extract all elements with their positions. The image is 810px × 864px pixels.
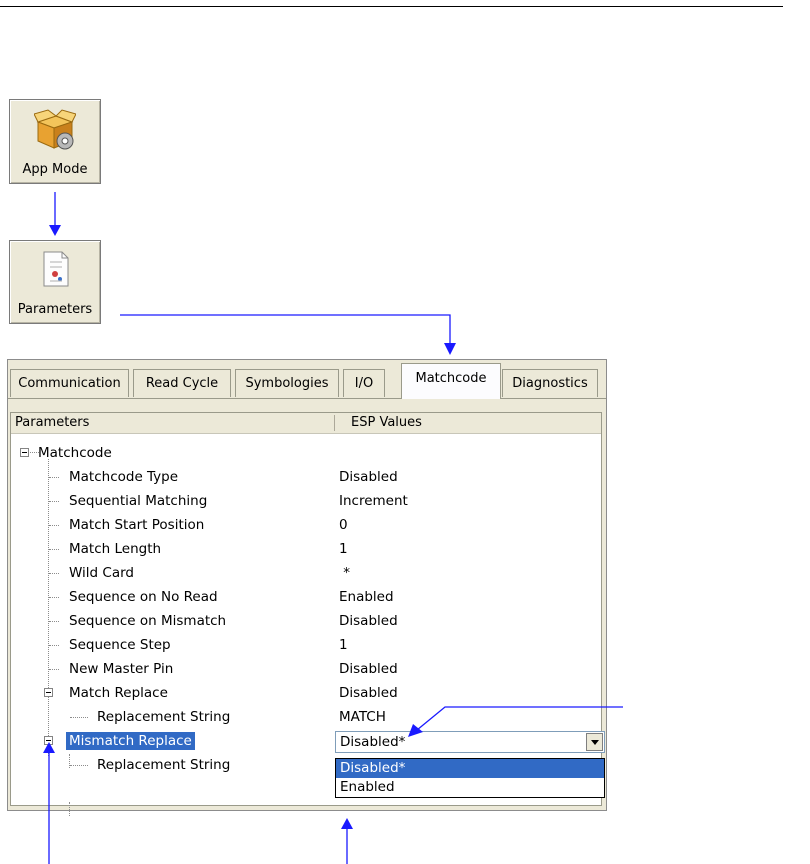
param-value: 1 (339, 637, 348, 653)
tree-label-matchcode: Matchcode (38, 445, 112, 461)
tab-baseline (8, 398, 606, 399)
tree-row[interactable]: Sequence on Mismatch Disabled (11, 610, 601, 634)
tree-branch (49, 477, 59, 478)
tree-row[interactable]: Sequence on No Read Enabled (11, 586, 601, 610)
param-name: Sequence on Mismatch (69, 613, 227, 629)
param-name: Wild Card (69, 565, 134, 581)
tree-row[interactable]: Sequential Matching Increment (11, 490, 601, 514)
tree-branch (49, 501, 59, 502)
app-mode-button[interactable]: App Mode (9, 99, 101, 184)
tree-row[interactable]: Matchcode Type Disabled (11, 466, 601, 490)
param-name: Replacement String (97, 709, 231, 725)
param-value: 0 (339, 517, 348, 533)
param-name: Sequence on No Read (69, 589, 218, 605)
param-value: Disabled (339, 661, 398, 677)
tree-branch (49, 549, 59, 550)
dropdown-list: Disabled* Enabled (335, 758, 605, 798)
parameters-document-icon (43, 251, 69, 287)
param-name: Match Start Position (69, 517, 205, 533)
tree-row[interactable]: Wild Card * (11, 562, 601, 586)
tree-row[interactable]: New Master Pin Disabled (11, 658, 601, 682)
select-current-value: Disabled* (340, 734, 406, 750)
tab-symbologies[interactable]: Symbologies (235, 369, 339, 397)
dropdown-option-disabled[interactable]: Disabled* (336, 759, 604, 778)
param-value: Disabled (339, 685, 398, 701)
column-esp-values[interactable]: ESP Values (351, 415, 422, 430)
arrow-appmode-to-parameters (49, 192, 61, 236)
arrow-callout-dropdown-list (341, 818, 353, 864)
tab-diagnostics[interactable]: Diagnostics (502, 369, 598, 397)
tree-branch (70, 717, 88, 718)
param-value: MATCH (339, 709, 386, 725)
tab-communication[interactable]: Communication (10, 369, 129, 397)
param-value: Increment (339, 493, 408, 509)
arrow-callout-dropdown-value (408, 706, 623, 737)
dropdown-option-enabled[interactable]: Enabled (336, 778, 604, 797)
column-header: Parameters ESP Values (11, 413, 601, 434)
tree-line-sub (69, 802, 70, 816)
tree-branch (49, 525, 59, 526)
parameters-label: Parameters (17, 302, 93, 317)
tree-row[interactable]: Sequence Step 1 (11, 634, 601, 658)
param-name: Match Replace (69, 685, 168, 701)
param-name: Replacement String (97, 757, 231, 773)
param-name: Mismatch Replace (66, 732, 195, 750)
arrow-callout-expand-toggle (43, 742, 55, 864)
tab-bar: Communication Read Cycle Symbologies I/O… (8, 360, 606, 406)
tree-branch (70, 765, 88, 766)
column-parameters[interactable]: Parameters (15, 415, 89, 430)
tree-branch (49, 669, 59, 670)
param-value: Disabled (339, 613, 398, 629)
tree-row[interactable]: Match Start Position 0 (11, 514, 601, 538)
param-name: Matchcode Type (69, 469, 179, 485)
tree-row-root[interactable]: Matchcode (11, 442, 601, 466)
column-separator[interactable] (334, 415, 335, 431)
parameters-button[interactable]: Parameters (9, 240, 101, 324)
app-mode-label: App Mode (22, 162, 88, 177)
param-name: Sequence Step (69, 637, 171, 653)
tree-branch (49, 597, 59, 598)
tree-branch (49, 645, 59, 646)
param-value: Disabled (339, 469, 398, 485)
app-mode-box-gear-icon (34, 109, 76, 150)
top-rule (0, 6, 783, 7)
arrow-parameters-to-matchcode-tab (120, 314, 456, 355)
param-name: New Master Pin (69, 661, 174, 677)
tree-branch (49, 573, 59, 574)
tab-read-cycle[interactable]: Read Cycle (133, 369, 231, 397)
param-value: Enabled (339, 589, 394, 605)
tab-matchcode[interactable]: Matchcode (401, 363, 501, 399)
param-value: * (339, 565, 351, 581)
selected-label: Mismatch Replace (66, 732, 195, 750)
param-value: 1 (339, 541, 348, 557)
param-name: Sequential Matching (69, 493, 208, 509)
tree-branch (49, 621, 59, 622)
tree-row[interactable]: Match Length 1 (11, 538, 601, 562)
param-name: Match Length (69, 541, 162, 557)
tab-io[interactable]: I/O (343, 369, 385, 397)
